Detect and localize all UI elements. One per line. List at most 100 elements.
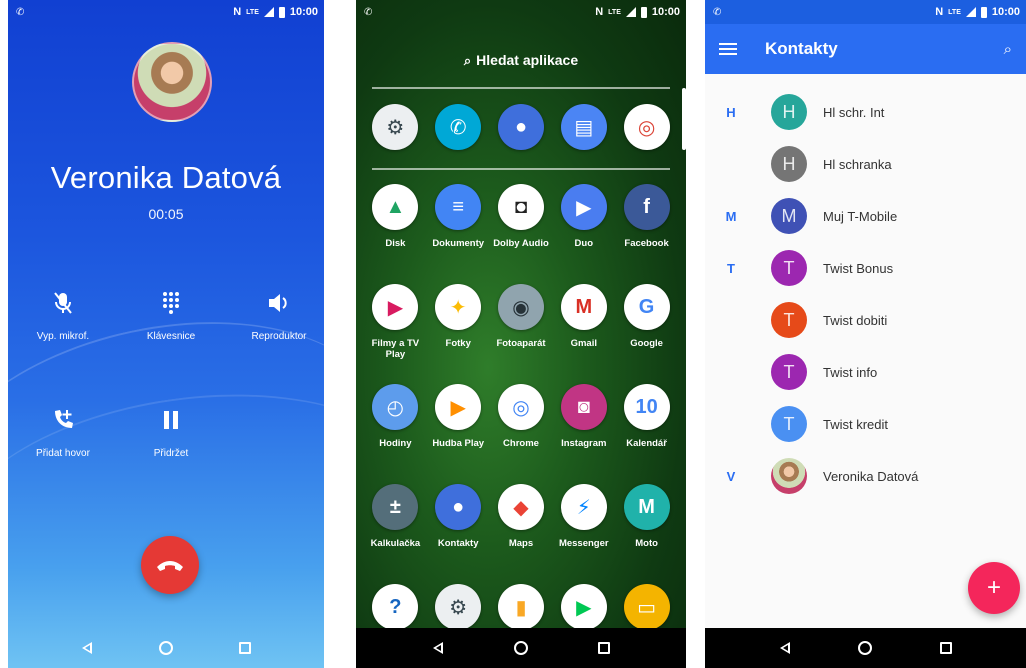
- menu-icon[interactable]: [719, 43, 737, 55]
- section-letter: V: [726, 468, 736, 484]
- hang-up-icon: [157, 561, 183, 571]
- contact-row[interactable]: T Twist info: [705, 346, 1026, 398]
- home-button[interactable]: [151, 633, 181, 663]
- home-button[interactable]: [506, 633, 536, 663]
- contact-avatar: T: [771, 302, 807, 338]
- app-item[interactable]: ◙ Instagram: [552, 384, 615, 484]
- app-item[interactable]: ◆ Maps: [490, 484, 553, 584]
- app-item[interactable]: ✦ Fotky: [427, 284, 490, 384]
- navigation-bar: [356, 628, 686, 668]
- contact-row[interactable]: T Twist dobiti: [705, 294, 1026, 346]
- home-button[interactable]: [850, 633, 880, 663]
- app-item[interactable]: G Google: [615, 284, 678, 384]
- app-label: Instagram: [561, 438, 607, 449]
- speaker-button[interactable]: Reproduktor: [224, 285, 324, 342]
- app-item[interactable]: f Facebook: [615, 184, 678, 284]
- app-label: Hodiny: [379, 438, 412, 449]
- lte-label: LTE: [948, 8, 961, 16]
- app-item[interactable]: ▶ Filmy a TV Play: [364, 284, 427, 384]
- app-label: Messenger: [558, 538, 609, 549]
- back-icon: [82, 642, 93, 654]
- app-item[interactable]: M Moto: [615, 484, 678, 584]
- clock: 10:00: [651, 6, 680, 18]
- recents-button[interactable]: [931, 633, 961, 663]
- battery-icon: [640, 6, 647, 18]
- contact-avatar: T: [771, 354, 807, 390]
- app-item[interactable]: M Gmail: [552, 284, 615, 384]
- app-search-field[interactable]: ⌕ Hledat aplikace: [356, 52, 686, 69]
- end-call-button[interactable]: [141, 536, 199, 594]
- app-drawer-screen: ✆ N LTE 10:00 ⌕ Hledat aplikace ⚙ ✆ ● ▤ ◎ ▲ Di…: [356, 0, 686, 668]
- app-item[interactable]: ± Kalkulačka: [364, 484, 427, 584]
- app-label: Fotoaparát: [496, 338, 546, 349]
- clock: 10:00: [991, 6, 1020, 18]
- recents-button[interactable]: [589, 633, 619, 663]
- messages-icon: ▤: [560, 104, 607, 150]
- recents-button[interactable]: [230, 633, 260, 663]
- contact-avatar: M: [771, 198, 807, 234]
- app-icon: ▲: [372, 184, 419, 230]
- contact-name: Twist info: [823, 364, 878, 380]
- battery-icon: [980, 6, 987, 18]
- app-label: Kalkulačka: [370, 538, 421, 549]
- scrollbar-thumb[interactable]: [682, 88, 686, 150]
- status-bar: ✆ N LTE 10:00: [356, 0, 686, 24]
- app-item[interactable]: ◴ Hodiny: [364, 384, 427, 484]
- contact-row[interactable]: H Hl schranka: [705, 138, 1026, 190]
- dialpad-icon: [116, 285, 226, 321]
- mute-label: Vyp. mikrof.: [36, 331, 90, 342]
- phone-status-icon: ✆: [713, 6, 722, 18]
- app-label: Filmy a TV Play: [371, 338, 420, 360]
- home-icon: [513, 641, 528, 655]
- app-icon: ?: [372, 584, 419, 630]
- keypad-button[interactable]: Klávesnice: [116, 285, 226, 342]
- app-item[interactable]: ≡ Dokumenty: [427, 184, 490, 284]
- app-icon: ◙: [560, 384, 607, 430]
- app-label: Moto: [635, 538, 658, 549]
- app-icon: ≡: [435, 184, 482, 230]
- back-button[interactable]: [770, 633, 800, 663]
- contact-name: Twist Bonus: [823, 260, 894, 276]
- pause-icon: [116, 402, 226, 438]
- app-label: Duo: [574, 238, 594, 249]
- contact-row[interactable]: M M Muj T-Mobile: [705, 190, 1026, 242]
- app-item[interactable]: ◘ Dolby Audio: [490, 184, 553, 284]
- app-item[interactable]: ▲ Disk: [364, 184, 427, 284]
- app-item[interactable]: ● Kontakty: [427, 484, 490, 584]
- app-item[interactable]: 10 Kalendář: [615, 384, 678, 484]
- hold-button[interactable]: Přidržet: [116, 402, 226, 459]
- app-item[interactable]: ▶ Hudba Play: [427, 384, 490, 484]
- app-label: Facebook: [624, 238, 669, 249]
- contact-row[interactable]: T T Twist Bonus: [705, 242, 1026, 294]
- app-item[interactable]: ▶ Duo: [552, 184, 615, 284]
- app-item[interactable]: ◎ Chrome: [490, 384, 553, 484]
- add-contact-button[interactable]: +: [968, 562, 1020, 614]
- search-icon[interactable]: ⌕: [1004, 41, 1012, 58]
- app-icon: ●: [435, 484, 482, 530]
- app-label: Chrome: [503, 438, 539, 449]
- app-icon: M: [560, 284, 607, 330]
- back-button[interactable]: [423, 633, 453, 663]
- app-label: Dokumenty: [432, 238, 485, 249]
- contact-row[interactable]: V Veronika Datová: [705, 450, 1026, 502]
- hold-label: Přidržet: [153, 448, 189, 459]
- contact-row[interactable]: H H Hl schr. Int: [705, 86, 1026, 138]
- contact-name: Hl schranka: [823, 156, 892, 172]
- phone-icon: ✆: [435, 104, 482, 150]
- search-icon: ⌕: [463, 53, 472, 68]
- app-item[interactable]: ⚡ Messenger: [552, 484, 615, 584]
- app-label: Hudba Play: [432, 438, 485, 449]
- back-button[interactable]: [72, 633, 102, 663]
- home-icon: [858, 641, 873, 655]
- add-call-button[interactable]: Přidat hovor: [8, 402, 118, 459]
- contact-name: Veronika Datová: [823, 468, 919, 484]
- app-icon: f: [623, 184, 670, 230]
- contact-name: Hl schr. Int: [823, 104, 885, 120]
- mute-button[interactable]: Vyp. mikrof.: [8, 285, 118, 342]
- contact-avatar: H: [771, 146, 807, 182]
- navigation-bar: [8, 628, 324, 668]
- app-item[interactable]: ◉ Fotoaparát: [490, 284, 553, 384]
- contact-row[interactable]: T Twist kredit: [705, 398, 1026, 450]
- app-icon: ◘: [497, 184, 544, 230]
- app-icon: ⚙: [435, 584, 482, 630]
